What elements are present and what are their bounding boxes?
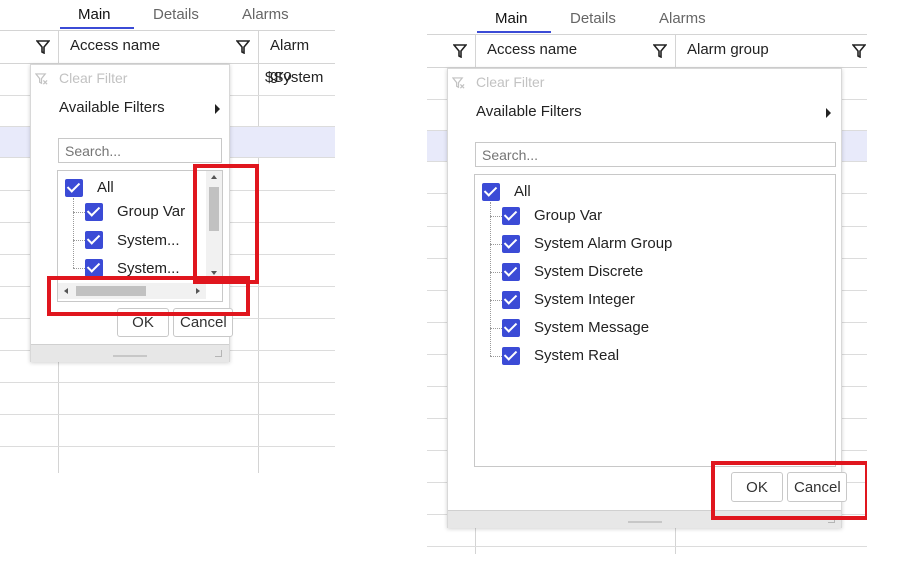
row-line bbox=[0, 382, 335, 383]
tab-main-underline bbox=[477, 31, 551, 33]
highlight-vertical-scrollbar bbox=[193, 164, 259, 284]
filter-popup: Clear Filter Available Filters All Group… bbox=[447, 68, 847, 528]
filter-item[interactable]: System Discrete bbox=[534, 263, 643, 280]
checkbox-checked-icon[interactable] bbox=[482, 183, 500, 201]
column-alarm-group[interactable]: Alarm group bbox=[687, 35, 769, 67]
left-panel: Main Details Alarms Access name Alarm gr… bbox=[0, 0, 335, 575]
filter-list: All Group Var System Alarm Group System … bbox=[474, 174, 836, 467]
filter-icon[interactable] bbox=[453, 44, 467, 58]
tree-line bbox=[490, 300, 502, 301]
tree-line bbox=[73, 240, 85, 241]
highlight-horizontal-scrollbar bbox=[47, 276, 250, 316]
column-access-name[interactable]: Access name bbox=[487, 35, 577, 67]
clear-filter-icon bbox=[35, 73, 48, 85]
tab-main[interactable]: Main bbox=[78, 6, 111, 23]
filter-icon[interactable] bbox=[36, 40, 50, 54]
grid-header: Access name Alarm group bbox=[427, 34, 867, 68]
row-line bbox=[427, 546, 867, 547]
filter-item[interactable]: System Integer bbox=[534, 291, 635, 308]
clear-filter-item[interactable]: Clear Filter bbox=[59, 70, 127, 86]
checkbox-checked-icon[interactable] bbox=[85, 259, 103, 277]
tree-line bbox=[490, 216, 502, 217]
clear-filter-icon bbox=[452, 77, 465, 89]
highlight-buttons bbox=[711, 461, 867, 520]
tree-line bbox=[490, 272, 502, 273]
tree-line bbox=[490, 202, 491, 356]
resize-grip[interactable] bbox=[628, 521, 662, 523]
chevron-right-icon bbox=[215, 104, 220, 114]
search-input[interactable] bbox=[58, 138, 222, 163]
tree-line bbox=[73, 198, 74, 268]
checkbox-checked-icon[interactable] bbox=[502, 291, 520, 309]
checkbox-checked-icon[interactable] bbox=[85, 203, 103, 221]
checkbox-checked-icon[interactable] bbox=[502, 319, 520, 337]
chevron-right-icon bbox=[826, 108, 831, 118]
tab-main[interactable]: Main bbox=[495, 10, 528, 27]
tab-alarms[interactable]: Alarms bbox=[242, 6, 289, 23]
grid-header: Access name Alarm gro bbox=[0, 30, 335, 84]
filter-item[interactable]: System Real bbox=[534, 347, 619, 364]
filter-item[interactable]: System... bbox=[117, 260, 180, 277]
checkbox-checked-icon[interactable] bbox=[502, 347, 520, 365]
popup-footer bbox=[31, 344, 229, 362]
tree-line bbox=[490, 356, 502, 357]
filter-item[interactable]: Group Var bbox=[117, 203, 185, 220]
tree-line bbox=[73, 268, 85, 269]
column-access-name[interactable]: Access name bbox=[70, 31, 160, 63]
row-line bbox=[0, 414, 335, 415]
tab-details[interactable]: Details bbox=[153, 6, 199, 23]
search-input[interactable] bbox=[475, 142, 836, 167]
filter-item[interactable]: Group Var bbox=[534, 207, 602, 224]
checkbox-checked-icon[interactable] bbox=[502, 263, 520, 281]
checkbox-checked-icon[interactable] bbox=[502, 235, 520, 253]
filter-icon[interactable] bbox=[852, 44, 866, 58]
available-filters-item[interactable]: Available Filters bbox=[59, 99, 165, 116]
resize-corner-icon[interactable] bbox=[215, 350, 222, 357]
checkbox-checked-icon[interactable] bbox=[502, 207, 520, 225]
tab-alarms[interactable]: Alarms bbox=[659, 10, 706, 27]
filter-item[interactable]: System Alarm Group bbox=[534, 235, 672, 252]
right-panel: Main Details Alarms Access name Alarm gr… bbox=[427, 0, 867, 575]
checkbox-checked-icon[interactable] bbox=[85, 231, 103, 249]
column-alarm-group[interactable]: Alarm gro bbox=[270, 31, 335, 84]
filter-item-all[interactable]: All bbox=[97, 179, 114, 196]
tab-main-underline bbox=[60, 27, 134, 29]
resize-grip[interactable] bbox=[113, 355, 147, 357]
filter-item[interactable]: System... bbox=[117, 232, 180, 249]
filter-icon[interactable] bbox=[653, 44, 667, 58]
filter-icon[interactable] bbox=[236, 40, 250, 54]
tree-line bbox=[490, 328, 502, 329]
filter-item[interactable]: System Message bbox=[534, 319, 649, 336]
available-filters-item[interactable]: Available Filters bbox=[476, 103, 582, 120]
tree-line bbox=[73, 212, 85, 213]
row-line bbox=[0, 446, 335, 447]
tree-line bbox=[490, 244, 502, 245]
filter-item-all[interactable]: All bbox=[514, 183, 531, 200]
grid-cell-alarm-group[interactable]: $System bbox=[265, 69, 323, 86]
clear-filter-item[interactable]: Clear Filter bbox=[476, 74, 544, 90]
checkbox-checked-icon[interactable] bbox=[65, 179, 83, 197]
tab-details[interactable]: Details bbox=[570, 10, 616, 27]
